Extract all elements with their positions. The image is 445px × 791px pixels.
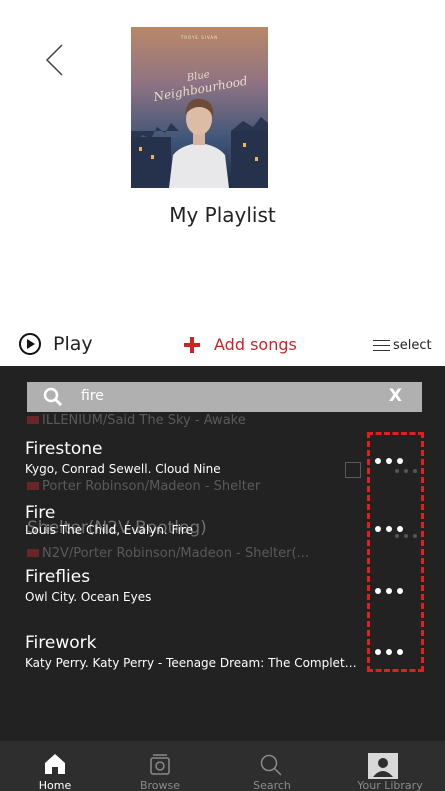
search-result-item[interactable]: Fire Louis The Child, Evalyn. Fire [25, 503, 365, 538]
tab-browse[interactable]: Browse [120, 741, 200, 791]
select-label: select [393, 338, 432, 353]
add-songs-button[interactable]: Add songs [184, 335, 297, 354]
browse-icon [150, 754, 170, 775]
song-title: Firework [25, 633, 97, 653]
tab-search[interactable]: Search [232, 741, 312, 791]
play-label: Play [53, 333, 93, 355]
song-title: Firestone [25, 439, 103, 459]
background-song-subtitle: N2V/Porter Robinson/Madeon - Shelter(... [27, 546, 309, 561]
tab-your-library[interactable]: Your Library [350, 741, 430, 791]
search-icon [260, 754, 282, 776]
library-icon [368, 753, 398, 779]
plus-icon [184, 336, 200, 353]
bottom-tab-bar: Home Browse Search Your Library [0, 741, 445, 791]
add-songs-label: Add songs [214, 335, 297, 354]
tab-label: Home [38, 779, 72, 791]
song-subtitle: Kygo, Conrad Sewell. Cloud Nine [25, 462, 221, 476]
action-bar: Play Add songs select [0, 330, 445, 360]
back-button[interactable] [40, 40, 70, 80]
playlist-header: TROYE SIVAN Blue Neighbourhood My Playli… [0, 0, 445, 366]
search-result-item[interactable]: Fireflies Owl City. Ocean Eyes [25, 567, 365, 605]
search-bar[interactable]: fire X [27, 382, 422, 412]
tab-label: Search [253, 779, 291, 791]
song-title: Fire [25, 503, 56, 523]
background-song-subtitle: ILLENIUM/Said The Sky - Awake [27, 413, 246, 428]
list-icon [373, 339, 390, 353]
cover-artwork-image [131, 27, 268, 188]
clear-search-button[interactable]: X [389, 386, 402, 406]
search-result-item[interactable]: Firestone Kygo, Conrad Sewell. Cloud Nin… [25, 439, 365, 477]
background-song-subtitle: Porter Robinson/Madeon - Shelter [27, 479, 260, 494]
tab-label: Your Library [357, 779, 423, 791]
highlight-box [367, 432, 424, 672]
song-subtitle: Louis The Child, Evalyn. Fire [25, 523, 193, 537]
home-icon [45, 754, 65, 774]
play-icon [19, 333, 41, 355]
tab-label: Browse [139, 779, 181, 791]
song-subtitle: Owl City. Ocean Eyes [25, 590, 152, 604]
playlist-cover-art: TROYE SIVAN Blue Neighbourhood [131, 27, 268, 188]
search-icon [43, 387, 63, 407]
song-title: Fireflies [25, 567, 91, 587]
play-button[interactable]: Play [19, 333, 93, 355]
song-subtitle: Katy Perry. Katy Perry - Teenage Dream: … [25, 656, 361, 670]
playlist-title: My Playlist [169, 203, 276, 227]
search-overlay: ILLENIUM/Said The Sky - Awake Porter Rob… [0, 366, 445, 741]
chevron-left-icon [45, 44, 63, 76]
tab-home[interactable]: Home [15, 741, 95, 791]
search-result-item[interactable]: Firework Katy Perry. Katy Perry - Teenag… [25, 633, 365, 671]
cover-artist-text: TROYE SIVAN [180, 35, 219, 40]
search-input[interactable]: fire [81, 388, 104, 404]
select-button[interactable]: select [373, 338, 432, 353]
